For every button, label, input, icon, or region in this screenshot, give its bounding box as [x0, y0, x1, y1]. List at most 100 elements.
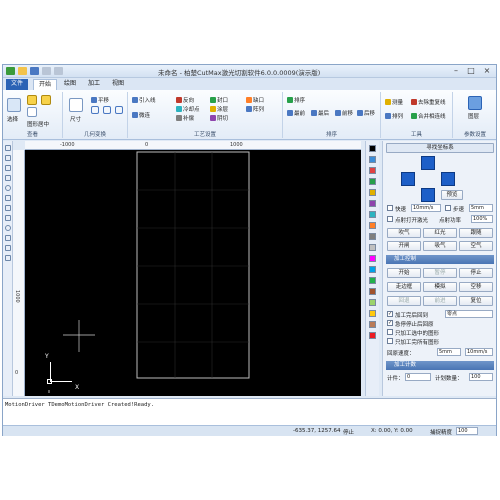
selected-only-checkbox[interactable]: [387, 329, 393, 335]
array-item[interactable]: 阵列: [246, 105, 264, 113]
minimize-button[interactable]: –: [449, 66, 463, 76]
snap-precision-field[interactable]: 100: [456, 427, 478, 435]
size-label[interactable]: 尺寸: [70, 115, 81, 123]
suck-button[interactable]: 吸气: [423, 241, 457, 251]
pause-button[interactable]: 暂停: [423, 268, 457, 278]
fast-speed-field[interactable]: 10mm/s: [411, 204, 441, 212]
forward-button[interactable]: 前进: [423, 296, 457, 306]
coating-item[interactable]: 涂层: [210, 105, 228, 113]
follow-button[interactable]: 跟随: [459, 228, 493, 238]
move-down-button[interactable]: [421, 188, 435, 202]
all-shapes-checkbox[interactable]: [387, 338, 393, 344]
reverse-item[interactable]: 反向: [176, 96, 194, 104]
maximize-button[interactable]: □: [464, 66, 478, 76]
tab-file[interactable]: 文件: [6, 79, 28, 90]
layer-color-swatch[interactable]: [369, 299, 376, 306]
return-after-checkbox[interactable]: ✓: [387, 311, 393, 317]
layer-color-swatch[interactable]: [369, 321, 376, 328]
fast-checkbox[interactable]: [387, 205, 393, 211]
layer-color-swatch[interactable]: [369, 310, 376, 317]
layers-label[interactable]: 图层: [468, 112, 479, 120]
layer-color-swatch[interactable]: [369, 145, 376, 152]
start-button[interactable]: 开始: [387, 268, 421, 278]
compensation-item[interactable]: 补偿: [176, 114, 194, 122]
order-last-item[interactable]: 最后: [311, 109, 329, 117]
layer-color-swatch[interactable]: [369, 332, 376, 339]
layer-color-swatch[interactable]: [369, 244, 376, 251]
empty-run-button[interactable]: 空移: [459, 282, 493, 292]
point-power-field[interactable]: 100%: [471, 215, 493, 223]
tab-draw[interactable]: 绘图: [59, 79, 81, 90]
layer-color-swatch[interactable]: [369, 200, 376, 207]
undo-icon[interactable]: [42, 67, 51, 75]
red-light-button[interactable]: 红光: [423, 228, 457, 238]
layer-color-swatch[interactable]: [369, 255, 376, 262]
seal-item[interactable]: 封口: [210, 96, 228, 104]
layer-color-swatch[interactable]: [369, 266, 376, 273]
estop-return-checkbox[interactable]: ✓: [387, 320, 393, 326]
step-distance-field[interactable]: 5mm: [469, 204, 493, 212]
lead-item[interactable]: 引入线: [132, 96, 156, 104]
select-label[interactable]: 选择: [7, 115, 18, 123]
scale-icon[interactable]: [115, 106, 123, 114]
layer-color-swatch[interactable]: [369, 156, 376, 163]
rotate-icon[interactable]: [91, 106, 99, 114]
text-tool-icon[interactable]: [5, 245, 11, 251]
move-forward-item[interactable]: 前移: [335, 109, 353, 117]
return-target-select[interactable]: 零点: [445, 310, 493, 318]
close-button[interactable]: ×: [480, 66, 494, 76]
move-right-button[interactable]: [441, 172, 455, 186]
reset-button[interactable]: 复位: [459, 296, 493, 306]
mirror-icon[interactable]: [103, 106, 111, 114]
order-first-item[interactable]: 最前: [287, 109, 305, 117]
arc-tool-icon[interactable]: [5, 195, 11, 201]
back-button[interactable]: 回退: [387, 296, 421, 306]
gap-item[interactable]: 缺口: [246, 96, 264, 104]
layer-color-swatch[interactable]: [369, 211, 376, 218]
arrange-item[interactable]: 排列: [385, 112, 403, 120]
remove-duplicates-item[interactable]: 去除重复线: [411, 98, 446, 106]
tab-start[interactable]: 开始: [33, 79, 58, 90]
tab-view[interactable]: 视图: [107, 79, 129, 90]
step-checkbox[interactable]: [445, 205, 451, 211]
air-select[interactable]: 空气: [459, 241, 493, 251]
node-tool-icon[interactable]: [5, 155, 11, 161]
go-border-button[interactable]: 走边框: [387, 282, 421, 292]
cool-item[interactable]: 冷却点: [176, 105, 200, 113]
outside-item[interactable]: 阴切: [210, 114, 228, 122]
zoom-icon[interactable]: [27, 95, 37, 105]
open-icon[interactable]: [18, 67, 27, 75]
translate-item[interactable]: 平移: [91, 96, 109, 104]
piece-count-field[interactable]: 0: [405, 373, 431, 381]
polygon-tool-icon[interactable]: [5, 215, 11, 221]
select-icon[interactable]: [7, 98, 21, 112]
pointer-tool-icon[interactable]: [5, 145, 11, 151]
shutter-button[interactable]: 开闸: [387, 241, 421, 251]
layer-color-swatch[interactable]: [369, 222, 376, 229]
pan-icon[interactable]: [27, 107, 37, 117]
laser-point-checkbox[interactable]: [387, 216, 393, 222]
polyline-tool-icon[interactable]: [5, 175, 11, 181]
redo-icon[interactable]: [54, 67, 63, 75]
fit-view-label[interactable]: 图形居中: [27, 120, 49, 128]
plan-count-field[interactable]: 100: [469, 373, 493, 381]
ellipse-tool-icon[interactable]: [5, 225, 11, 231]
return-distance-field[interactable]: 5mm: [437, 348, 461, 356]
simulate-button[interactable]: 模拟: [423, 282, 457, 292]
layer-color-swatch[interactable]: [369, 288, 376, 295]
line-tool-icon[interactable]: [5, 165, 11, 171]
size-icon[interactable]: [69, 98, 83, 112]
star-tool-icon[interactable]: [5, 235, 11, 241]
microjoint-item[interactable]: 微连: [132, 111, 150, 119]
layer-color-swatch[interactable]: [369, 277, 376, 284]
layer-color-swatch[interactable]: [369, 189, 376, 196]
return-speed-field[interactable]: 10mm/s: [465, 348, 493, 356]
preview-button[interactable]: 预览: [441, 190, 463, 200]
move-left-button[interactable]: [401, 172, 415, 186]
blow-button[interactable]: 吹气: [387, 228, 421, 238]
stop-button[interactable]: 停止: [459, 268, 493, 278]
sort-item[interactable]: 排序: [287, 96, 305, 104]
rectangle-tool-icon[interactable]: [5, 205, 11, 211]
zoom-window-icon[interactable]: [41, 95, 51, 105]
measure-item[interactable]: 测量: [385, 98, 403, 106]
